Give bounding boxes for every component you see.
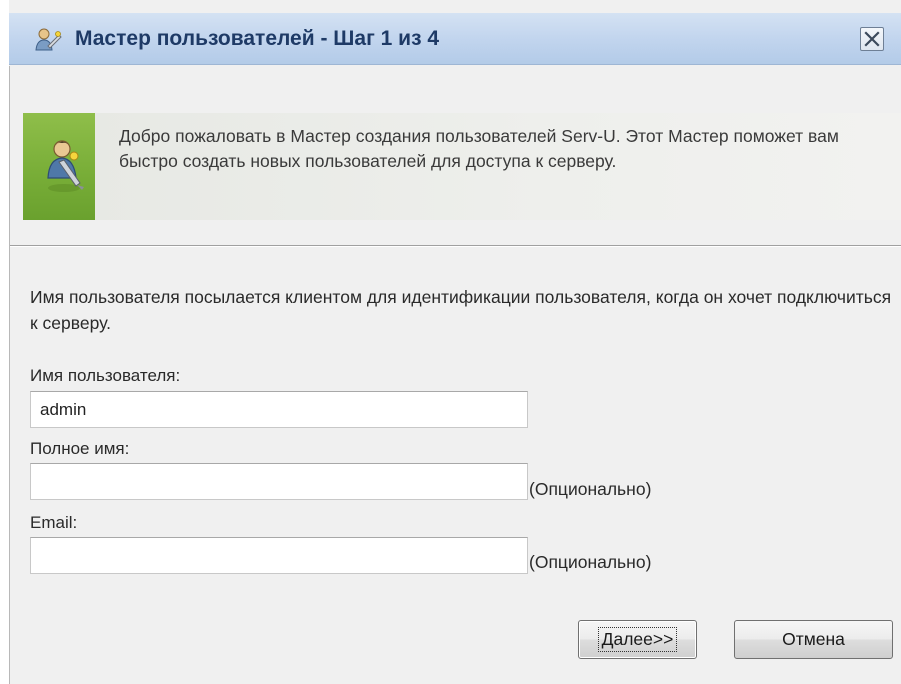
window-title: Мастер пользователей - Шаг 1 из 4	[75, 27, 440, 50]
email-optional-hint: (Опционально)	[529, 552, 652, 572]
banner-accent	[23, 113, 95, 220]
user-wizard-icon	[47, 140, 84, 192]
username-description: Имя пользователя посылается клиентом для…	[30, 287, 892, 333]
username-label: Имя пользователя:	[30, 366, 181, 385]
close-button[interactable]	[860, 27, 884, 51]
email-label: Email:	[30, 513, 78, 532]
fullname-label: Полное имя:	[30, 439, 130, 458]
window-edge	[0, 0, 9, 684]
separator-highlight	[10, 246, 901, 247]
welcome-banner: Добро пожаловать в Мастер создания польз…	[23, 113, 901, 220]
welcome-text: Добро пожаловать в Мастер создания польз…	[119, 126, 839, 171]
close-icon	[864, 31, 880, 47]
next-button-label: Далее>>	[597, 627, 678, 652]
next-button[interactable]: Далее>>	[578, 620, 697, 659]
username-input[interactable]	[30, 391, 528, 428]
email-input[interactable]	[30, 537, 528, 574]
users-wizard-icon	[35, 28, 62, 51]
cancel-button[interactable]: Отмена	[734, 620, 893, 659]
fullname-optional-hint: (Опционально)	[529, 479, 652, 499]
fullname-input[interactable]	[30, 463, 528, 500]
window-edge-line	[9, 66, 10, 684]
title-bar[interactable]: Мастер пользователей - Шаг 1 из 4	[9, 13, 901, 65]
users-wizard-window: Мастер пользователей - Шаг 1 из 4 Добро …	[0, 0, 901, 684]
